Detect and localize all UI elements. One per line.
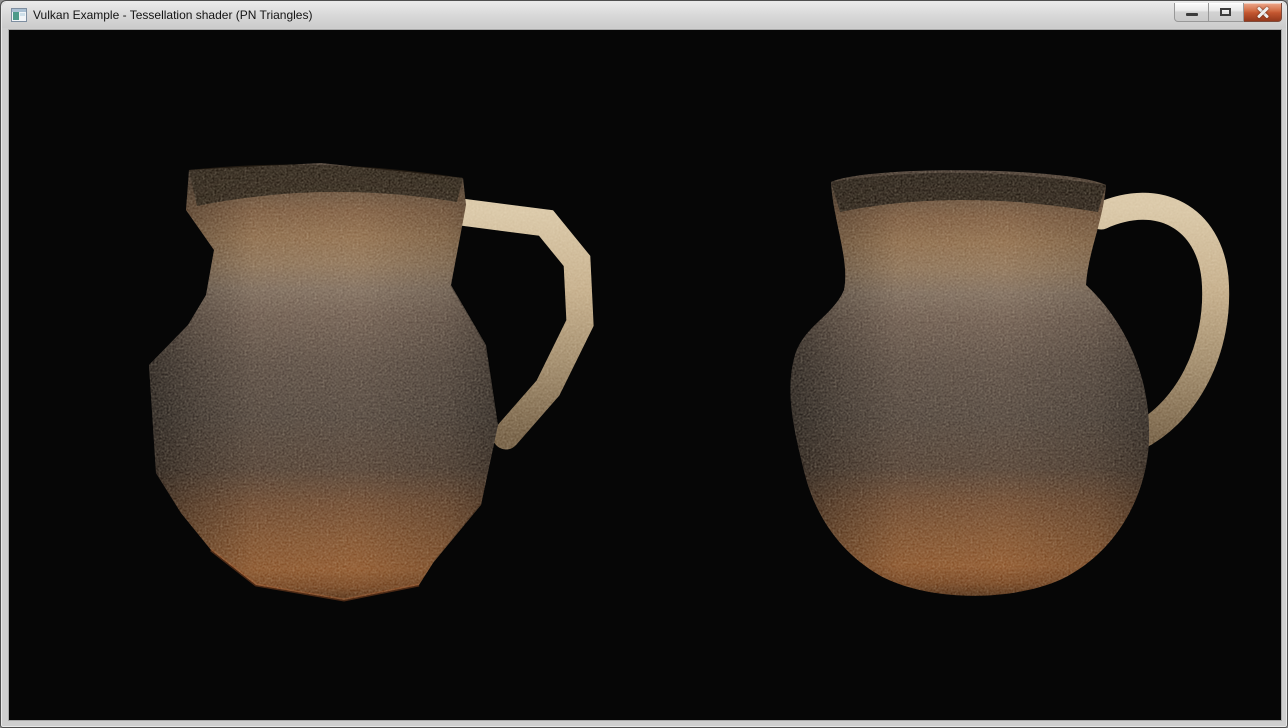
maximize-icon <box>1220 8 1231 16</box>
minimize-button[interactable] <box>1174 3 1209 22</box>
window-title: Vulkan Example - Tessellation shader (PN… <box>33 2 312 28</box>
close-button[interactable] <box>1244 3 1282 22</box>
app-icon-teal-pane <box>13 12 19 20</box>
titlebar[interactable]: Vulkan Example - Tessellation shader (PN… <box>2 2 1286 28</box>
vulkan-render-canvas <box>9 30 1281 720</box>
window-controls <box>1174 3 1282 22</box>
app-icon-light-pane <box>20 13 25 16</box>
app-window-icon[interactable] <box>11 8 27 22</box>
jug-tessellated <box>790 170 1215 596</box>
minimize-icon <box>1186 13 1198 16</box>
jug-low-poly <box>149 163 580 600</box>
maximize-button[interactable] <box>1209 3 1244 22</box>
app-window: Vulkan Example - Tessellation shader (PN… <box>0 0 1288 728</box>
render-viewport[interactable] <box>9 30 1281 720</box>
